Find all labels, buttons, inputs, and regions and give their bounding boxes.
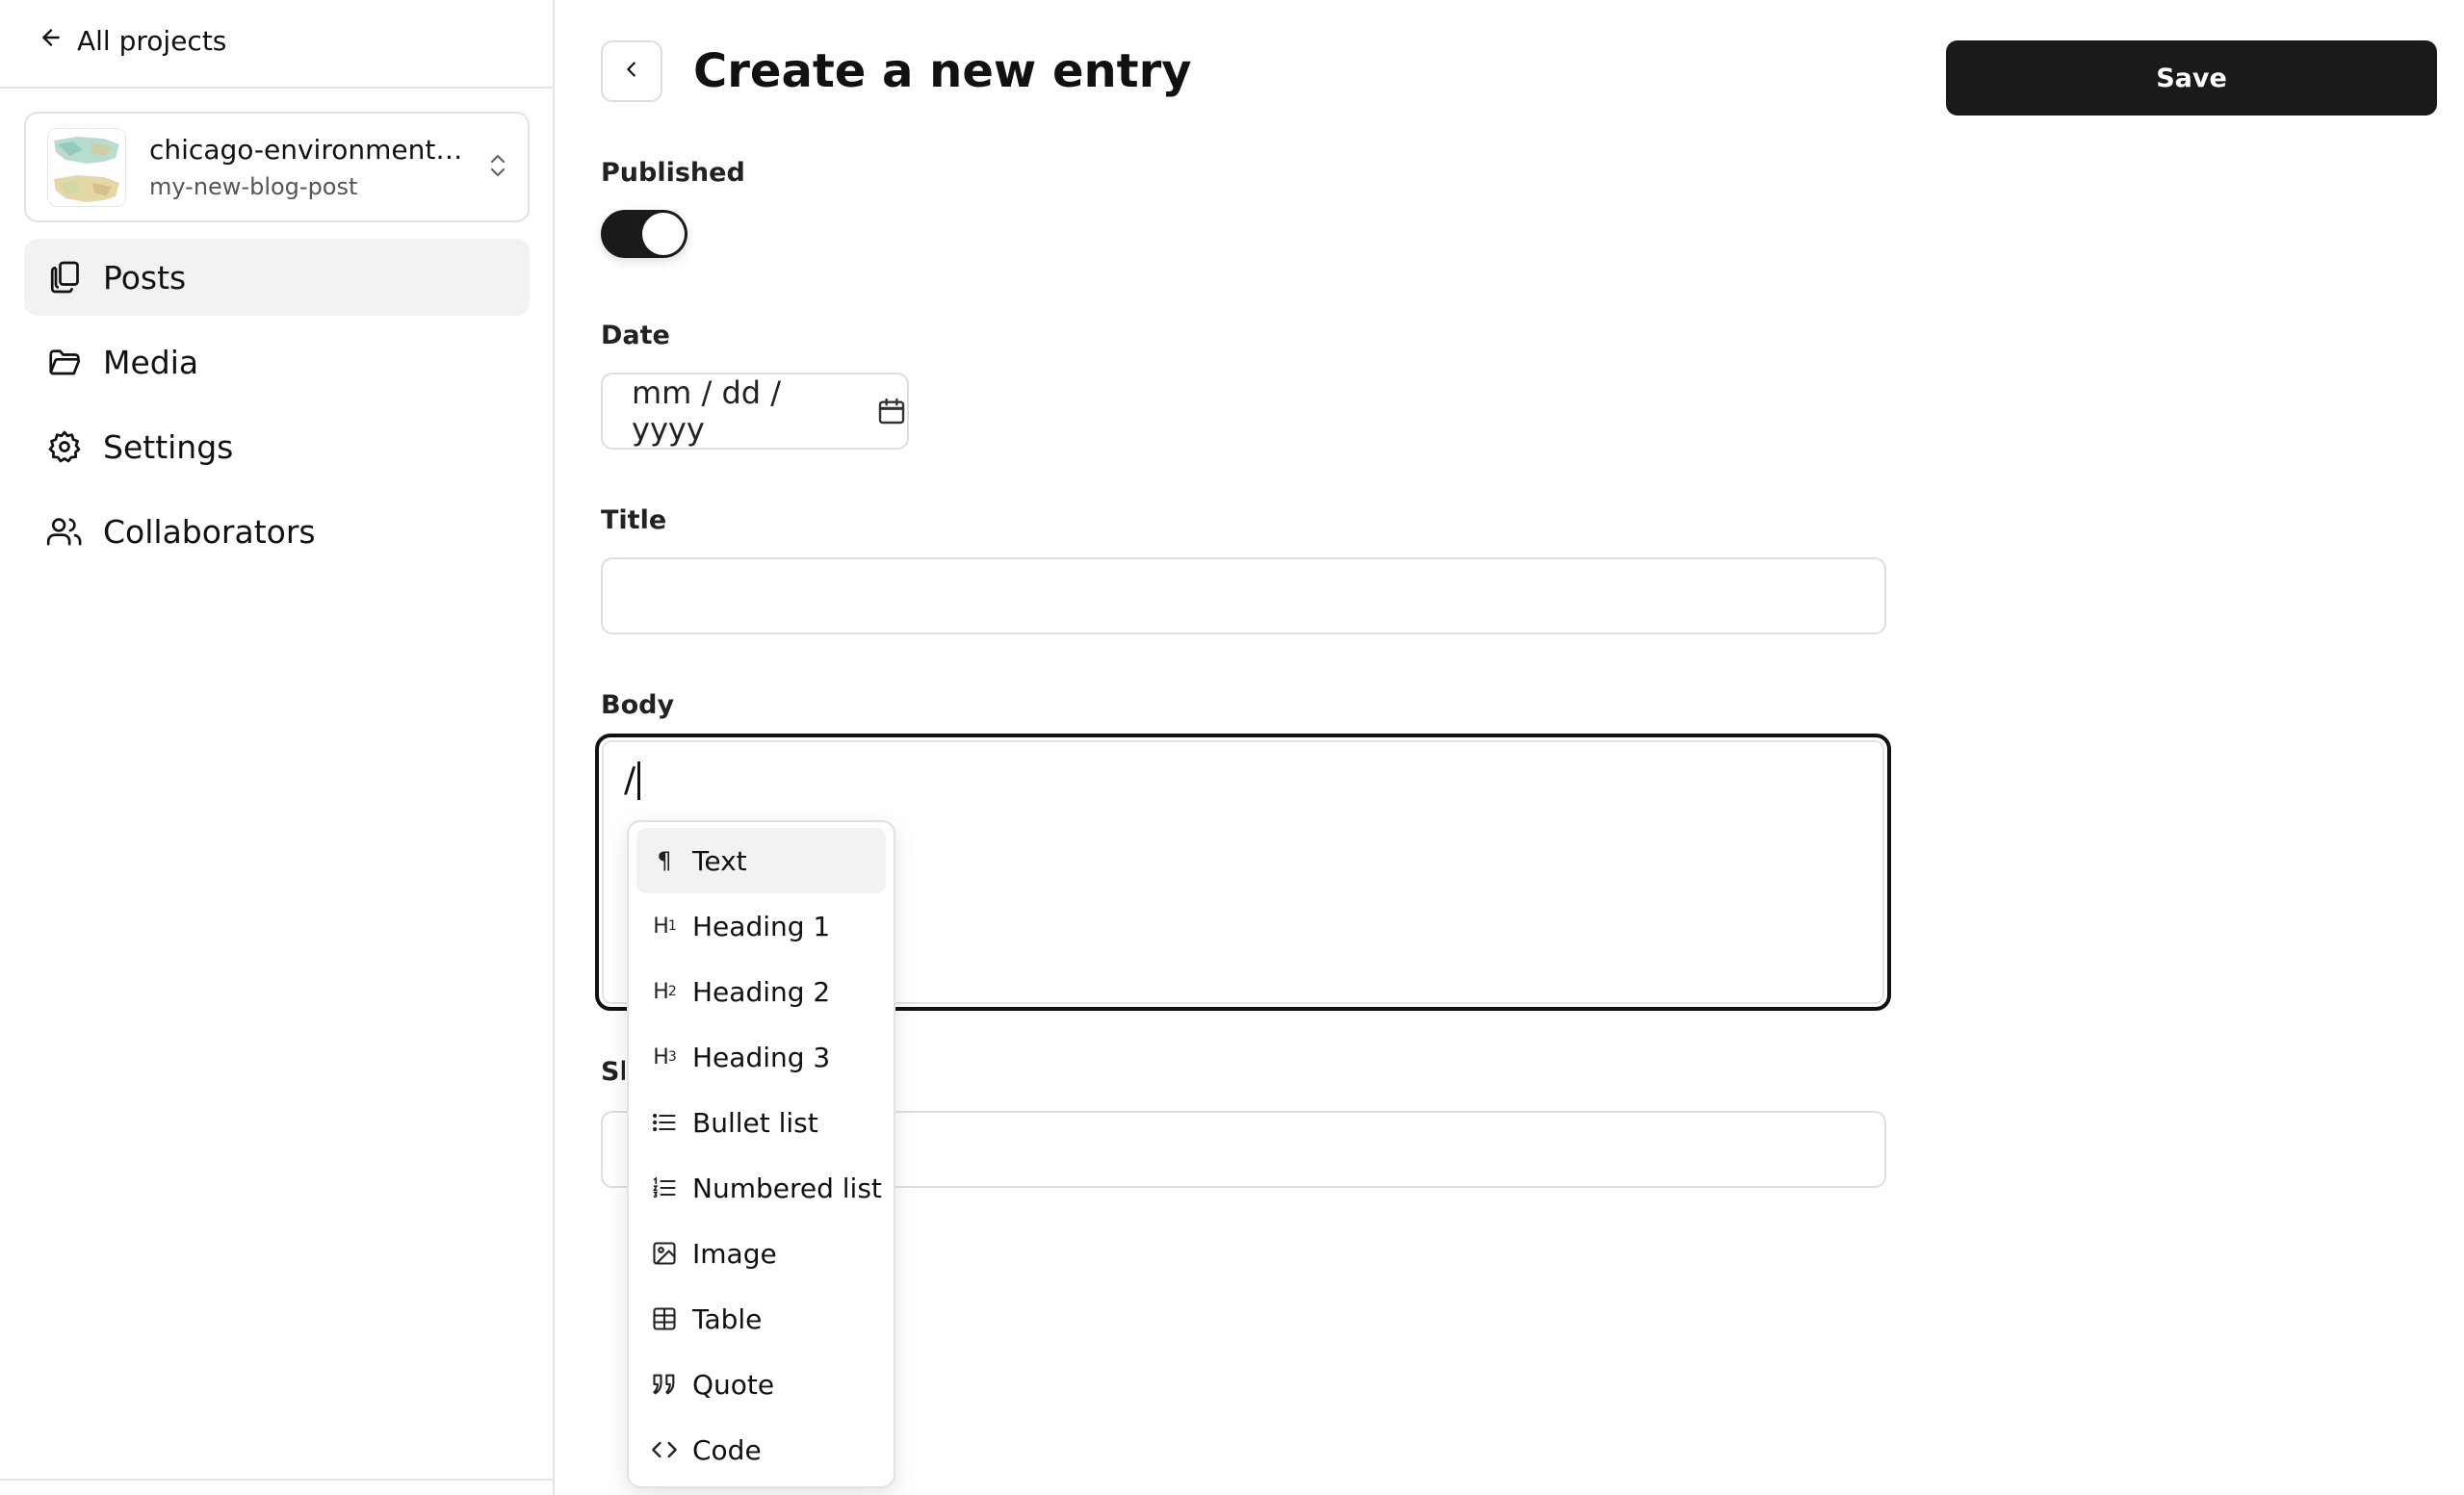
title-label: Title xyxy=(601,505,667,535)
table-icon xyxy=(650,1304,679,1333)
image-icon xyxy=(650,1239,679,1268)
body-label: Body xyxy=(601,690,675,720)
menu-item-label: Quote xyxy=(692,1368,775,1401)
code-icon xyxy=(650,1435,679,1464)
sidebar-item-label: Settings xyxy=(103,427,234,466)
quote-icon xyxy=(650,1370,679,1399)
bullet-list-icon xyxy=(650,1108,679,1137)
toggle-knob xyxy=(642,213,685,255)
sidebar: All projects chicago-environment-ex... m… xyxy=(0,0,555,1495)
menu-item-quote[interactable]: Quote xyxy=(636,1352,886,1417)
menu-item-label: Numbered list xyxy=(692,1172,882,1204)
menu-item-table[interactable]: Table xyxy=(636,1286,886,1352)
menu-item-image[interactable]: Image xyxy=(636,1221,886,1286)
folder-icon xyxy=(45,343,84,381)
divider xyxy=(0,1479,553,1481)
sidebar-item-settings[interactable]: Settings xyxy=(24,408,530,485)
menu-item-label: Heading 2 xyxy=(692,975,831,1008)
sidebar-item-posts[interactable]: Posts xyxy=(24,239,530,316)
chevron-left-icon xyxy=(621,59,642,84)
all-projects-label: All projects xyxy=(77,24,227,57)
menu-item-label: Heading 1 xyxy=(692,910,831,942)
date-label: Date xyxy=(601,321,670,350)
gear-icon xyxy=(45,427,84,466)
menu-item-heading-2[interactable]: H2 Heading 2 xyxy=(636,959,886,1024)
back-button[interactable] xyxy=(601,40,662,102)
date-field[interactable]: mm / dd / yyyy xyxy=(601,373,909,450)
all-projects-link[interactable]: All projects xyxy=(39,21,226,60)
menu-item-label: Table xyxy=(692,1302,763,1335)
body-content: / xyxy=(624,760,641,800)
menu-item-bullet-list[interactable]: Bullet list xyxy=(636,1090,886,1155)
sidebar-item-media[interactable]: Media xyxy=(24,323,530,400)
paragraph-icon: ¶ xyxy=(657,847,672,874)
project-thumbnail xyxy=(47,127,126,207)
menu-item-text[interactable]: ¶ Text xyxy=(636,828,886,893)
arrow-left-icon xyxy=(39,25,64,57)
menu-item-numbered-list[interactable]: Numbered list xyxy=(636,1155,886,1221)
published-label: Published xyxy=(601,158,745,188)
menu-item-label: Code xyxy=(692,1433,762,1466)
project-info: chicago-environment-ex... my-new-blog-po… xyxy=(149,134,464,200)
project-switcher[interactable]: chicago-environment-ex... my-new-blog-po… xyxy=(24,112,530,222)
menu-item-heading-1[interactable]: H1 Heading 1 xyxy=(636,893,886,959)
page-title: Create a new entry xyxy=(693,44,1192,98)
sidebar-item-label: Media xyxy=(103,343,199,381)
slash-command-menu: ¶ Text H1 Heading 1 H2 Heading 2 H3 Head… xyxy=(627,820,895,1488)
chevron-up-down-icon xyxy=(487,151,508,184)
menu-item-label: Image xyxy=(692,1237,777,1270)
heading-2-icon: H2 xyxy=(653,979,676,1004)
text-caret xyxy=(637,760,641,800)
menu-item-heading-3[interactable]: H3 Heading 3 xyxy=(636,1024,886,1090)
divider xyxy=(0,87,553,89)
date-placeholder: mm / dd / yyyy xyxy=(632,374,782,448)
project-subtitle: my-new-blog-post xyxy=(149,173,358,200)
calendar-icon[interactable] xyxy=(876,396,907,426)
slug-label: Sl xyxy=(601,1057,625,1087)
sidebar-item-collaborators[interactable]: Collaborators xyxy=(24,493,530,570)
heading-3-icon: H3 xyxy=(653,1044,676,1070)
menu-item-label: Heading 3 xyxy=(692,1041,831,1073)
title-input[interactable] xyxy=(601,557,1886,634)
posts-icon xyxy=(45,258,84,296)
numbered-list-icon xyxy=(650,1173,679,1202)
published-toggle[interactable] xyxy=(601,210,687,258)
sidebar-item-label: Collaborators xyxy=(103,512,316,551)
menu-item-label: Text xyxy=(692,844,747,877)
heading-1-icon: H1 xyxy=(653,914,676,939)
project-name: chicago-environment-ex... xyxy=(149,134,464,166)
body-text: / xyxy=(624,760,636,800)
menu-item-code[interactable]: Code xyxy=(636,1417,886,1482)
sidebar-item-label: Posts xyxy=(103,258,187,296)
save-button[interactable]: Save xyxy=(1946,40,2437,116)
menu-item-label: Bullet list xyxy=(692,1106,818,1139)
users-icon xyxy=(45,512,84,551)
